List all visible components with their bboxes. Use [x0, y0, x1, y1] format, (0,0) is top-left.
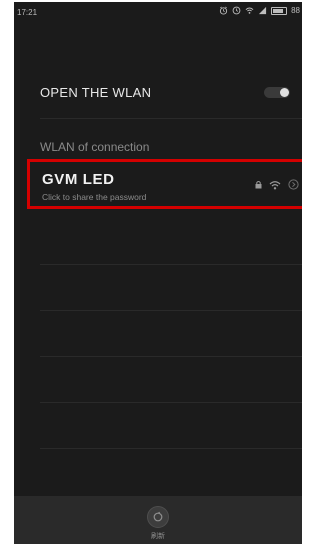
chevron-right-circle-icon[interactable] [288, 179, 299, 190]
divider [40, 356, 302, 357]
wlan-toggle-label: OPEN THE WLAN [40, 85, 152, 100]
clock-icon [232, 6, 241, 15]
network-icons [255, 179, 299, 190]
divider [40, 448, 302, 449]
network-subtitle: Click to share the password [42, 192, 147, 202]
refresh-label: 刷新 [151, 533, 165, 540]
divider [40, 402, 302, 403]
status-bar: 17:21 88 [14, 2, 302, 22]
divider [40, 310, 302, 311]
switch-knob [280, 88, 289, 97]
divider [40, 118, 302, 119]
battery-icon [271, 6, 288, 15]
battery-percent: 88 [291, 6, 300, 15]
section-label: WLAN of connection [40, 140, 150, 154]
divider [40, 264, 302, 265]
wlan-toggle-row[interactable]: OPEN THE WLAN [14, 72, 302, 112]
network-item-gvm-led[interactable]: GVM LED Click to share the password [27, 159, 302, 209]
refresh-icon [153, 511, 163, 522]
status-icons: 88 [219, 6, 300, 15]
bottom-bar: 刷新 [14, 496, 302, 544]
wlan-switch[interactable] [264, 87, 290, 98]
phone-screen: 17:21 88 OPEN THE WLAN WLAN of connectio… [14, 2, 302, 544]
alarm-icon [219, 6, 228, 15]
wifi-signal-icon [269, 180, 281, 189]
refresh-button[interactable] [147, 506, 169, 528]
status-time: 17:21 [17, 8, 38, 17]
signal-icon [258, 6, 267, 15]
wifi-icon [245, 7, 254, 14]
lock-icon [255, 181, 262, 189]
network-name: GVM LED [42, 171, 115, 188]
